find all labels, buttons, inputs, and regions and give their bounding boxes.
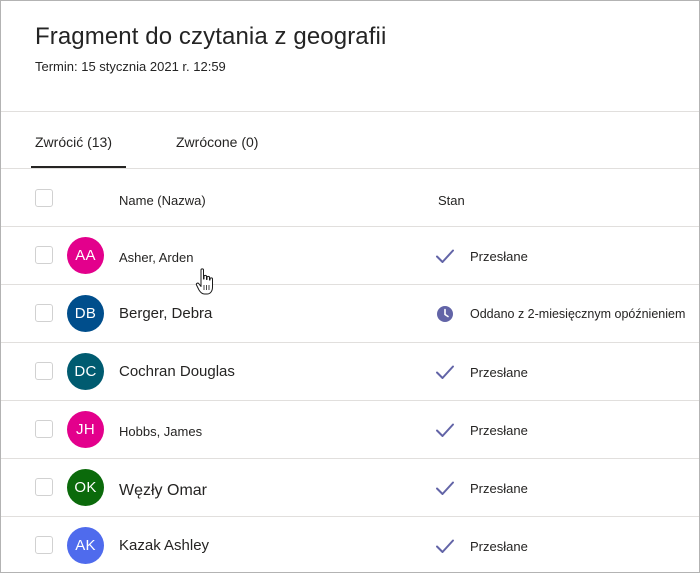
row-checkbox[interactable] <box>35 536 53 554</box>
row-checkbox[interactable] <box>35 304 53 322</box>
student-row[interactable]: AK Kazak Ashley Przesłane <box>1 517 699 572</box>
status-text: Oddano z 2-miesięcznym opóźnieniem <box>470 307 686 321</box>
student-name[interactable]: Asher, Arden <box>119 250 193 265</box>
hand-cursor-icon <box>195 268 213 295</box>
status-text: Przesłane <box>470 249 528 264</box>
avatar: AK <box>67 527 104 564</box>
avatar: DB <box>67 295 104 332</box>
row-checkbox[interactable] <box>35 246 53 264</box>
assignment-panel: Fragment do czytania z geografii Termin:… <box>0 0 700 573</box>
student-name[interactable]: Berger, Debra <box>119 305 212 322</box>
student-name[interactable]: Kazak Ashley <box>119 537 209 554</box>
avatar: OK <box>67 469 104 506</box>
clock-icon <box>437 306 453 322</box>
column-header-name: Name (Nazwa) <box>119 193 206 208</box>
row-checkbox[interactable] <box>35 362 53 380</box>
student-name[interactable]: Cochran Douglas <box>119 363 235 380</box>
student-name[interactable]: Węzły Omar <box>119 482 207 500</box>
check-icon <box>436 423 454 437</box>
student-row[interactable]: DC Cochran Douglas Przesłane <box>1 343 699 401</box>
student-row[interactable]: JH Hobbs, James Przesłane <box>1 401 699 459</box>
due-date: Termin: 15 stycznia 2021 r. 12:59 <box>35 59 226 74</box>
avatar: DC <box>67 353 104 390</box>
check-icon <box>436 539 454 553</box>
student-row[interactable]: OK Węzły Omar Przesłane <box>1 459 699 517</box>
assignment-header: Fragment do czytania z geografii Termin:… <box>35 23 386 74</box>
page-title: Fragment do czytania z geografii <box>35 23 387 50</box>
check-icon <box>436 365 454 379</box>
select-all-checkbox[interactable] <box>35 189 53 207</box>
check-icon <box>436 249 454 263</box>
row-checkbox[interactable] <box>35 420 53 438</box>
status-text: Przesłane <box>470 365 528 380</box>
row-checkbox[interactable] <box>35 478 53 496</box>
student-row[interactable]: DB Berger, Debra Oddano z 2-miesięcznym … <box>1 285 699 343</box>
column-header-status: Stan <box>438 193 465 208</box>
check-icon <box>436 481 454 495</box>
student-row[interactable]: AA Asher, Arden Przesłane <box>1 227 699 285</box>
status-text: Przesłane <box>470 481 528 496</box>
avatar: AA <box>67 237 104 274</box>
student-name[interactable]: Hobbs, James <box>119 424 202 439</box>
divider <box>1 168 699 169</box>
status-text: Przesłane <box>470 539 528 554</box>
status-text: Przesłane <box>470 423 528 438</box>
tab-to-return[interactable]: Zwrócić (13) <box>30 112 127 168</box>
tab-returned[interactable]: Zwrócone (0) <box>176 112 258 168</box>
avatar: JH <box>67 411 104 448</box>
tab-bar: Zwrócić (13) Zwrócone (0) <box>1 112 699 168</box>
